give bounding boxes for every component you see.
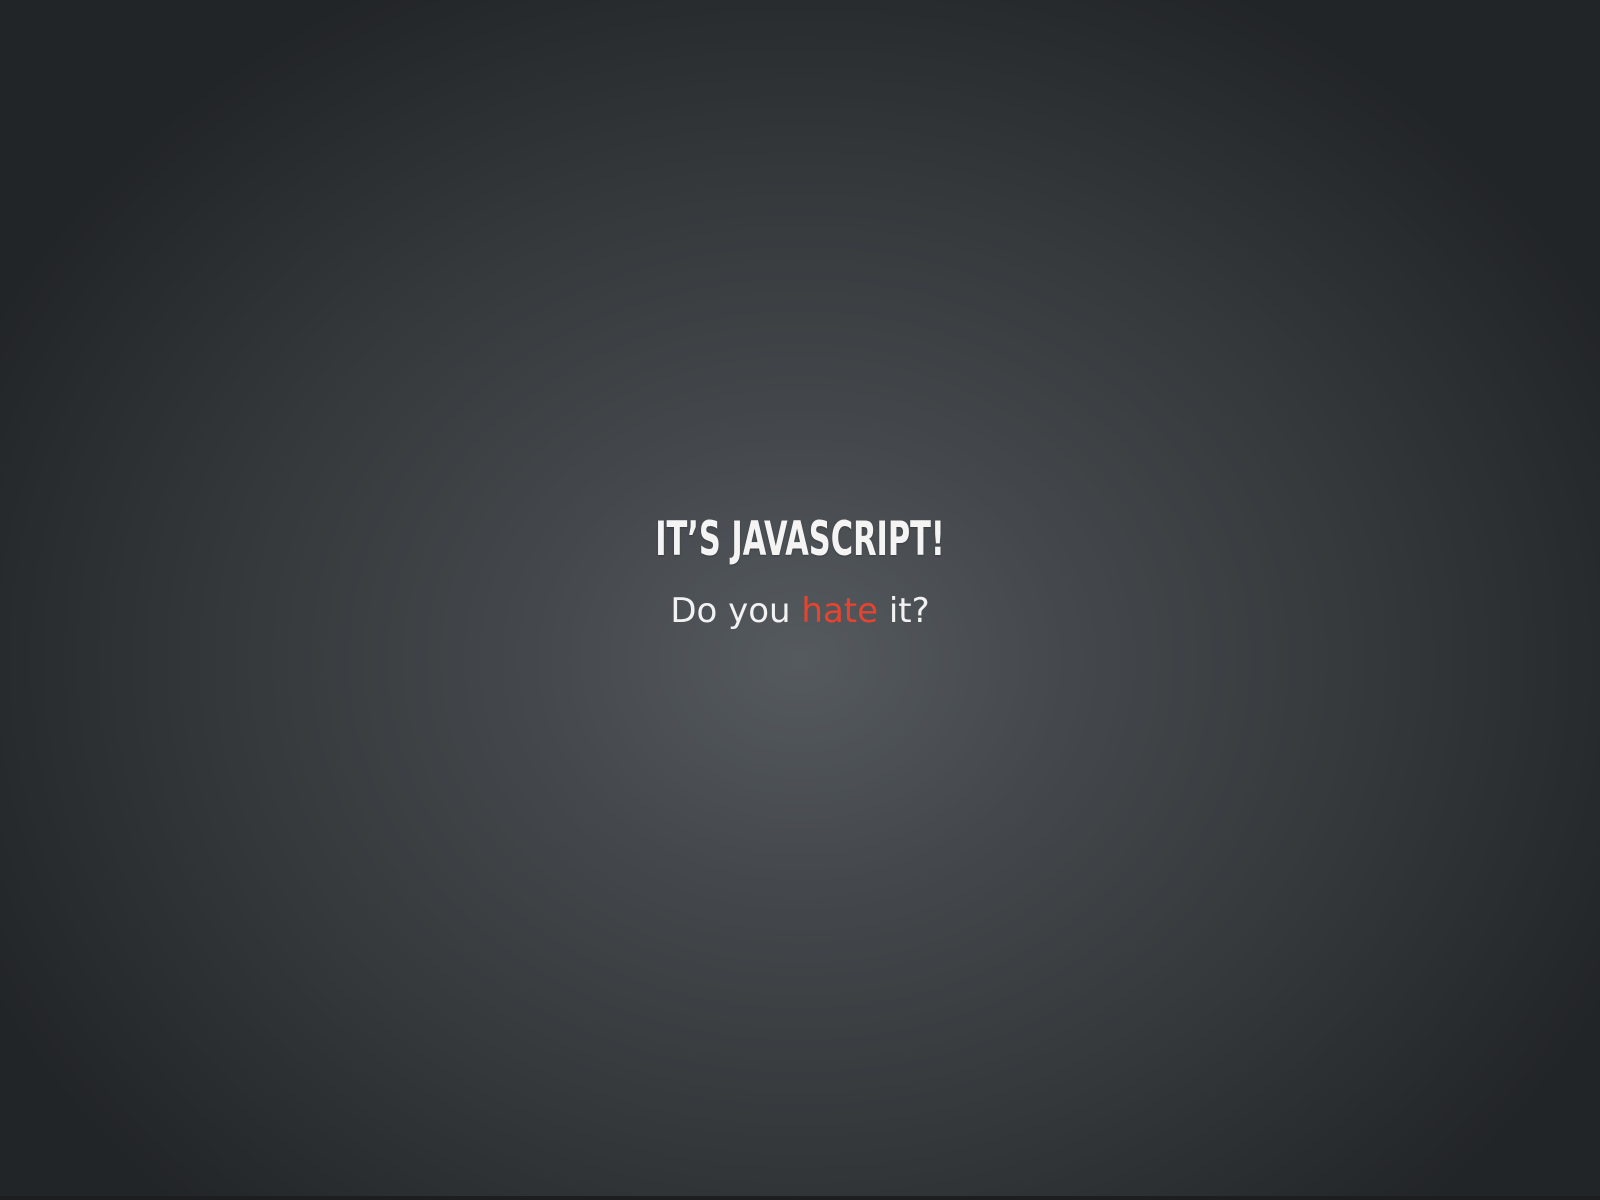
bottom-edge-bar	[0, 1196, 1600, 1200]
presentation-slide: IT’S JAVASCRIPT! Do you hate it?	[0, 0, 1600, 1200]
slide-heading: IT’S JAVASCRIPT!	[655, 512, 945, 567]
subtitle-text-after: it?	[878, 591, 930, 631]
slide-subtitle: Do you hate it?	[0, 590, 1600, 632]
subtitle-text-before: Do you	[670, 591, 802, 631]
subtitle-emphasis: hate	[801, 591, 879, 631]
